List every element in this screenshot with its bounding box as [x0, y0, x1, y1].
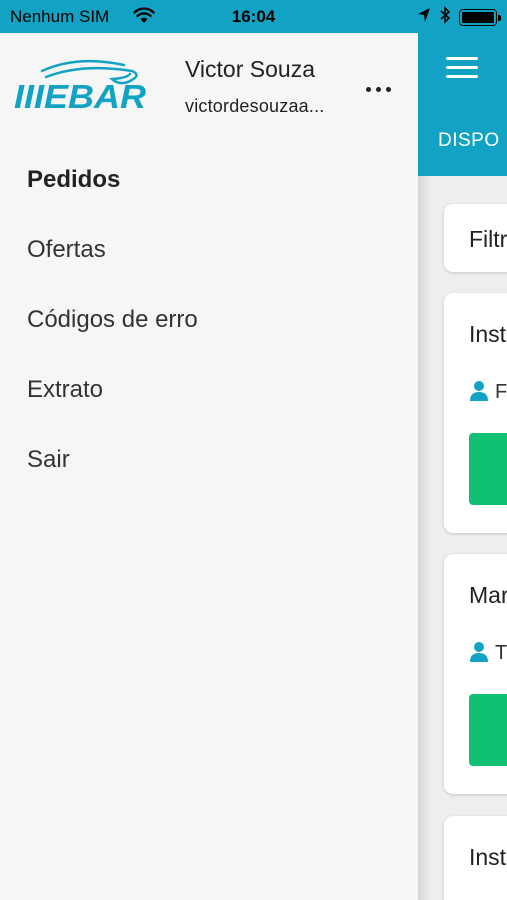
logo-text: IIIEBAR [14, 78, 146, 115]
menu-item-ofertas[interactable]: Ofertas [0, 215, 418, 285]
accept-button[interactable] [469, 694, 507, 766]
battery-icon [459, 9, 501, 26]
order-card[interactable]: Mar T [444, 554, 507, 794]
location-arrow-icon [417, 7, 431, 28]
order-person: F [495, 381, 507, 403]
accept-button[interactable] [469, 433, 507, 505]
menu-item-codigos-de-erro[interactable]: Códigos de erro [0, 285, 418, 355]
person-icon [469, 380, 489, 402]
order-person: T [495, 642, 507, 664]
drawer-shadow [418, 176, 432, 900]
status-bar: Nenhum SIM 16:04 [0, 0, 507, 33]
person-icon [469, 641, 489, 663]
hamburger-menu-icon[interactable] [446, 57, 478, 79]
more-options-icon[interactable] [356, 77, 400, 101]
menu-item-extrato[interactable]: Extrato [0, 355, 418, 425]
drawer-header: IIIEBAR Victor Souza victordesouzaa... [0, 33, 418, 133]
bluetooth-icon [439, 6, 451, 29]
order-title: Mar [469, 582, 507, 608]
order-card[interactable]: Inst [444, 816, 507, 900]
user-name: Victor Souza [185, 56, 315, 82]
iiiebar-logo: IIIEBAR [12, 53, 150, 121]
filter-card[interactable]: Filtr [444, 204, 507, 272]
app-header: DISPO [418, 33, 507, 176]
tab-available[interactable]: DISPO [438, 130, 500, 152]
filter-label: Filtr [469, 226, 507, 252]
order-title: Inst [469, 321, 507, 347]
order-title: Inst [469, 844, 507, 870]
order-card[interactable]: Inst F [444, 293, 507, 533]
drawer-menu: Pedidos Ofertas Códigos de erro Extrato … [0, 145, 418, 495]
menu-item-pedidos[interactable]: Pedidos [0, 145, 418, 215]
menu-item-sair[interactable]: Sair [0, 425, 418, 495]
user-email: victordesouzaa... [185, 96, 325, 116]
navigation-drawer: IIIEBAR Victor Souza victordesouzaa... P… [0, 33, 418, 900]
